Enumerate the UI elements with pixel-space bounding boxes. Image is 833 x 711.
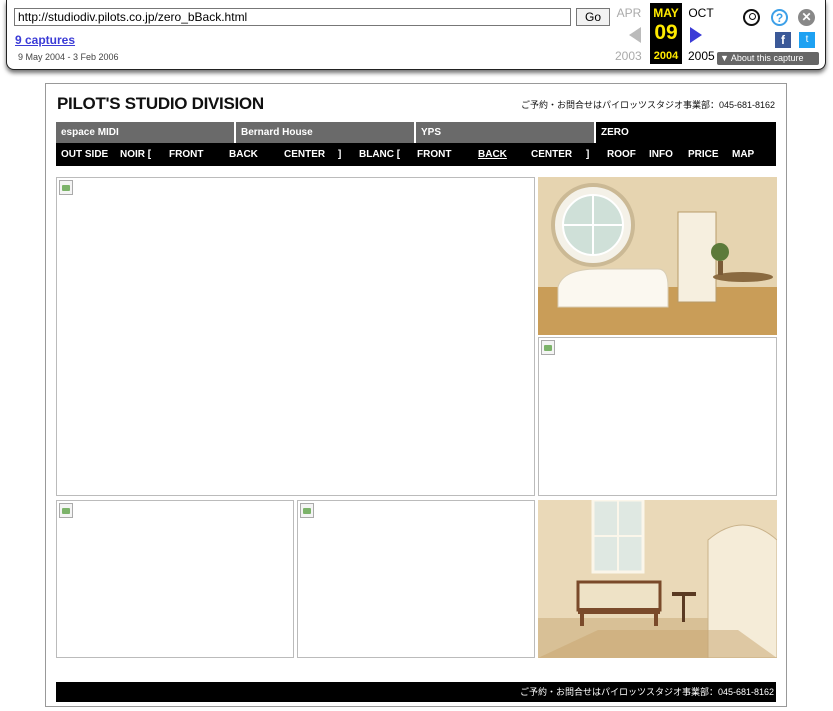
nav-blanc-front[interactable]: FRONT xyxy=(417,143,451,166)
tab-yps[interactable]: YPS xyxy=(416,122,594,143)
broken-image-right xyxy=(538,337,777,496)
nav-blanc-back[interactable]: BACK xyxy=(478,143,507,166)
broken-image-icon xyxy=(59,180,73,195)
broken-image-bottom-middle xyxy=(297,500,535,658)
go-button[interactable]: Go xyxy=(576,8,610,26)
captures-link[interactable]: 9 captures xyxy=(15,33,75,47)
nav-price[interactable]: PRICE xyxy=(688,143,719,166)
facebook-icon[interactable]: f xyxy=(775,32,791,48)
current-month: MAY xyxy=(653,6,679,20)
nav-blanc[interactable]: BLANC [ xyxy=(359,143,400,166)
nav-noir-center[interactable]: CENTER xyxy=(284,143,325,166)
studio-tabs: espace MIDI Bernard House YPS ZERO xyxy=(56,122,776,143)
capture-date-range: 9 May 2004 - 3 Feb 2006 xyxy=(18,52,119,62)
prev-year-label[interactable]: 2003 xyxy=(615,49,642,63)
room-photo-round-window xyxy=(538,177,777,335)
nav-outside[interactable]: OUT SIDE xyxy=(61,143,108,166)
tab-espace-midi[interactable]: espace MIDI xyxy=(56,122,234,143)
prev-month-label[interactable]: APR xyxy=(611,6,647,20)
broken-image-icon xyxy=(59,503,73,518)
tab-bernard-house[interactable]: Bernard House xyxy=(236,122,414,143)
room-photo-bench-svg xyxy=(538,500,777,658)
site-title: PILOT'S STUDIO DIVISION xyxy=(57,94,264,113)
room-photo-bench xyxy=(538,500,777,658)
nav-blanc-center[interactable]: CENTER xyxy=(531,143,572,166)
next-year-label[interactable]: 2005 xyxy=(688,49,715,63)
nav-map[interactable]: MAP xyxy=(732,143,754,166)
nav-noir[interactable]: NOIR [ xyxy=(120,143,151,166)
nav-blanc-close-bracket: ] xyxy=(586,149,590,160)
tab-zero[interactable]: ZERO xyxy=(596,122,776,143)
broken-image-icon xyxy=(541,340,555,355)
current-year: 2004 xyxy=(653,50,679,62)
user-icon[interactable] xyxy=(743,9,760,26)
wayback-toolbar: Go 9 captures 9 May 2004 - 3 Feb 2006 AP… xyxy=(6,0,826,70)
nav-roof[interactable]: ROOF xyxy=(607,143,636,166)
footer-contact-text: ご予約・お問合せはパイロッツスタジオ事業部：045-681-8162 xyxy=(519,687,774,697)
room-photo-round-window-svg xyxy=(538,177,777,335)
url-input[interactable] xyxy=(14,8,571,26)
sub-navigation: OUT SIDE NOIR [ FRONT BACK CENTER ] BLAN… xyxy=(56,143,776,166)
prev-arrow-icon[interactable] xyxy=(629,27,641,43)
broken-image-icon xyxy=(300,503,314,518)
help-icon[interactable]: ? xyxy=(771,9,788,26)
next-arrow-icon[interactable] xyxy=(690,27,702,43)
nav-info[interactable]: INFO xyxy=(649,143,673,166)
current-day: 09 xyxy=(654,21,678,44)
about-capture-button[interactable]: ▼ About this capture xyxy=(717,52,819,65)
next-month-label[interactable]: OCT xyxy=(683,6,719,20)
contact-info-top: ご予約・お問合せはパイロッツスタジオ事業部：045-681-8162 xyxy=(520,100,775,110)
nav-noir-front[interactable]: FRONT xyxy=(169,143,203,166)
twitter-icon[interactable]: t xyxy=(799,32,815,48)
current-capture-date: MAY 09 2004 xyxy=(650,3,682,64)
page-frame: PILOT'S STUDIO DIVISION ご予約・お問合せはパイロッツスタ… xyxy=(45,83,787,707)
broken-image-main xyxy=(56,177,535,496)
broken-image-bottom-left xyxy=(56,500,294,658)
close-icon[interactable]: ✕ xyxy=(798,9,815,26)
nav-noir-close-bracket: ] xyxy=(338,149,342,160)
nav-noir-back[interactable]: BACK xyxy=(229,143,258,166)
footer-contact-bar: ご予約・お問合せはパイロッツスタジオ事業部：045-681-8162 xyxy=(56,682,776,702)
